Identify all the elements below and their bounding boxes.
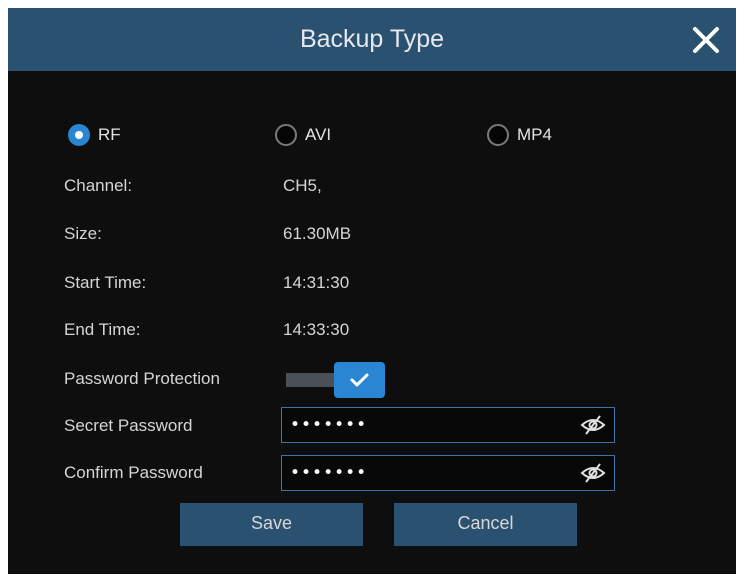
dialog-title: Backup Type <box>299 25 445 53</box>
cancel-button[interactable]: Cancel <box>394 503 577 546</box>
confirm-password-field[interactable] <box>281 455 615 491</box>
secret-password-input[interactable] <box>286 408 584 442</box>
backup-type-dialog: Backup Type RF AVI MP4 Channel: CH5, Siz… <box>8 8 736 574</box>
radio-avi-indicator <box>275 124 297 146</box>
radio-avi-label: AVI <box>305 125 332 144</box>
secret-password-label: Secret Password <box>64 416 193 435</box>
radio-avi[interactable]: AVI <box>275 122 331 148</box>
radio-mp4-indicator <box>487 124 509 146</box>
radio-mp4[interactable]: MP4 <box>487 122 552 148</box>
secret-password-field[interactable] <box>281 407 615 443</box>
start-time-value: 14:31:30 <box>283 273 350 292</box>
size-label: Size: <box>64 224 102 243</box>
radio-mp4-label: MP4 <box>517 125 552 144</box>
channel-value: CH5, <box>283 176 322 195</box>
password-protection-toggle[interactable] <box>286 362 386 398</box>
start-time-label: Start Time: <box>64 273 147 292</box>
radio-rf-label: RF <box>98 125 121 144</box>
password-protection-label: Password Protection <box>64 369 220 388</box>
end-time-value: 14:33:30 <box>283 320 350 339</box>
hide-password-icon[interactable] <box>580 462 606 484</box>
radio-rf[interactable]: RF <box>68 122 121 148</box>
title-bar: Backup Type <box>8 8 736 71</box>
hide-password-icon[interactable] <box>580 414 606 436</box>
end-time-label: End Time: <box>64 320 141 339</box>
toggle-knob <box>334 362 385 398</box>
radio-rf-indicator <box>68 124 90 146</box>
checkmark-icon <box>350 373 369 387</box>
channel-label: Channel: <box>64 176 133 195</box>
confirm-password-label: Confirm Password <box>64 463 203 482</box>
size-value: 61.30MB <box>283 224 352 243</box>
close-icon[interactable] <box>692 26 720 54</box>
save-button[interactable]: Save <box>180 503 363 546</box>
confirm-password-input[interactable] <box>286 456 584 490</box>
toggle-track <box>286 373 341 387</box>
